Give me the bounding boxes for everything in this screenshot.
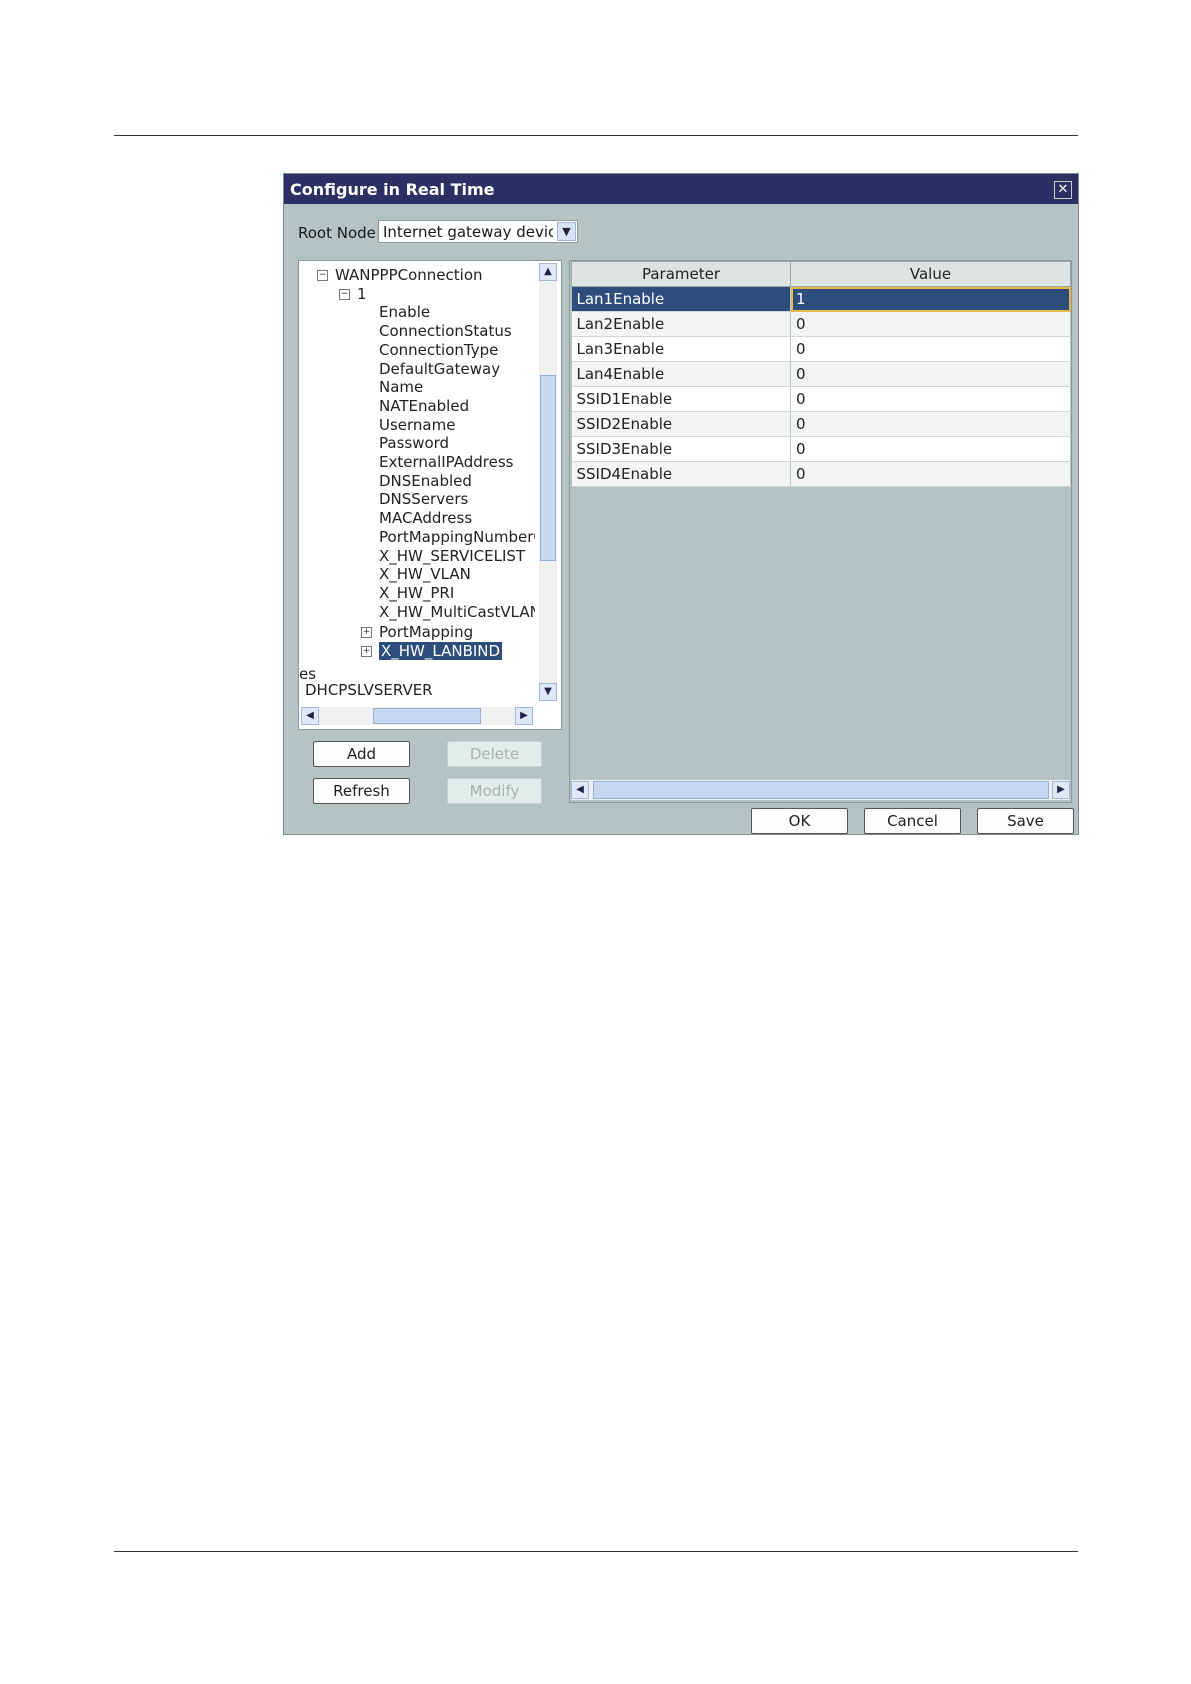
tree-node[interactable]: X_HW_VLAN — [379, 565, 471, 583]
tree-node[interactable]: Enable — [379, 303, 430, 321]
root-node-label: Root Node — [298, 224, 376, 242]
tree-node[interactable]: DefaultGateway — [379, 360, 500, 378]
scroll-right-icon[interactable]: ▶ — [515, 707, 533, 725]
refresh-button[interactable]: Refresh — [313, 778, 410, 804]
tree-node[interactable]: ConnectionType — [379, 341, 498, 359]
table-row[interactable]: SSID2Enable 0 — [571, 411, 1071, 437]
scroll-right-icon[interactable]: ▶ — [1052, 781, 1070, 799]
tree-node[interactable]: DNSEnabled — [379, 472, 472, 490]
collapse-icon[interactable]: − — [339, 288, 350, 300]
tree-node[interactable]: X_HW_PRI — [379, 584, 454, 602]
tree-node[interactable]: X_HW_MultiCastVLAN — [379, 603, 535, 621]
table-row[interactable]: Lan4Enable 0 — [571, 361, 1071, 387]
tree-panel: − WANPPPConnection −1 Enable ConnectionStatu… — [298, 260, 562, 730]
root-node-select[interactable]: Internet gateway device ▼ — [378, 220, 578, 243]
tree-node[interactable]: PortMappingNumberOfEntries — [379, 528, 535, 546]
parameter-cell[interactable]: Lan3Enable — [571, 336, 791, 362]
table-row[interactable]: SSID1Enable 0 — [571, 386, 1071, 412]
parameter-cell[interactable]: SSID1Enable — [571, 386, 791, 412]
ok-button[interactable]: OK — [751, 808, 848, 834]
scroll-left-icon[interactable]: ◀ — [301, 707, 319, 725]
tree-node[interactable]: Password — [379, 434, 449, 452]
add-button[interactable]: Add — [313, 741, 410, 767]
modify-button[interactable]: Modify — [447, 778, 542, 804]
page-header-rule — [114, 135, 1078, 136]
scroll-up-icon[interactable]: ▲ — [539, 263, 557, 281]
tree-node[interactable]: MACAddress — [379, 509, 472, 527]
value-cell[interactable]: 0 — [790, 386, 1071, 412]
value-cell[interactable]: 1 — [790, 286, 1071, 312]
tree-node[interactable]: X_HW_LANBIND — [379, 642, 503, 660]
tree-node[interactable]: Username — [379, 416, 455, 434]
table-row[interactable]: Lan1Enable 1 — [571, 286, 1071, 312]
column-header-parameter[interactable]: Parameter — [571, 261, 791, 287]
configure-dialog: Configure in Real Time ✕ Root Node Inter… — [283, 173, 1079, 835]
value-cell[interactable]: 0 — [790, 411, 1071, 437]
tree-node[interactable]: 1 — [357, 285, 367, 303]
value-cell[interactable]: 0 — [790, 436, 1071, 462]
value-cell[interactable]: 0 — [790, 361, 1071, 387]
expand-icon[interactable]: + — [361, 627, 372, 639]
tree-node[interactable]: Name — [379, 378, 423, 396]
parameter-tree: − WANPPPConnection −1 Enable ConnectionStatu… — [299, 261, 535, 701]
tree-node[interactable]: es — [299, 665, 316, 683]
save-button[interactable]: Save — [977, 808, 1074, 834]
cancel-button[interactable]: Cancel — [864, 808, 961, 834]
parameter-cell[interactable]: Lan1Enable — [571, 286, 791, 312]
table-row[interactable]: Lan2Enable 0 — [571, 311, 1071, 337]
dialog-title: Configure in Real Time — [290, 180, 495, 199]
grid-horizontal-scrollbar[interactable]: ◀ ▶ — [571, 780, 1070, 800]
tree-node[interactable]: NATEnabled — [379, 397, 469, 415]
value-cell[interactable]: 0 — [790, 461, 1071, 487]
tree-node[interactable]: DNSServers — [379, 490, 468, 508]
tree-node[interactable]: PortMapping — [379, 623, 473, 641]
tree-vertical-scroll-thumb[interactable] — [540, 375, 556, 561]
value-cell[interactable]: 0 — [790, 336, 1071, 362]
chevron-down-icon[interactable]: ▼ — [557, 222, 576, 241]
column-header-value[interactable]: Value — [790, 261, 1071, 287]
dialog-titlebar: Configure in Real Time ✕ — [284, 174, 1078, 204]
grid-horizontal-scroll-thumb[interactable] — [593, 781, 1049, 799]
scroll-left-icon[interactable]: ◀ — [571, 781, 589, 799]
tree-node[interactable]: X_HW_SERVICELIST — [379, 547, 525, 565]
parameter-cell[interactable]: Lan4Enable — [571, 361, 791, 387]
collapse-icon[interactable]: − — [317, 270, 328, 281]
close-icon[interactable]: ✕ — [1054, 181, 1072, 199]
table-row[interactable]: SSID4Enable 0 — [571, 461, 1071, 487]
tree-node[interactable]: ConnectionStatus — [379, 322, 512, 340]
parameter-cell[interactable]: Lan2Enable — [571, 311, 791, 337]
parameter-grid: Parameter Value Lan1Enable 1 Lan2Enable 0 La… — [571, 261, 1071, 487]
table-row[interactable]: SSID3Enable 0 — [571, 436, 1071, 462]
parameter-cell[interactable]: SSID4Enable — [571, 461, 791, 487]
value-cell[interactable]: 0 — [790, 311, 1071, 337]
tree-horizontal-scrollbar[interactable]: ◀ ▶ — [301, 707, 533, 725]
root-node-value: Internet gateway device — [383, 223, 553, 241]
tree-node[interactable]: WANPPPConnection — [335, 266, 483, 284]
tree-node[interactable]: DHCPSLVSERVER — [305, 681, 433, 699]
tree-vertical-scrollbar[interactable]: ▲ ▼ — [539, 263, 557, 701]
tree-horizontal-scroll-thumb[interactable] — [373, 708, 481, 724]
scroll-down-icon[interactable]: ▼ — [539, 683, 557, 701]
parameter-grid-panel: Parameter Value Lan1Enable 1 Lan2Enable 0 La… — [569, 260, 1072, 803]
delete-button[interactable]: Delete — [447, 741, 542, 767]
page-footer-rule — [114, 1551, 1078, 1552]
table-row[interactable]: Lan3Enable 0 — [571, 336, 1071, 362]
expand-icon[interactable]: + — [361, 646, 372, 657]
parameter-cell[interactable]: SSID2Enable — [571, 411, 791, 437]
parameter-cell[interactable]: SSID3Enable — [571, 436, 791, 462]
tree-node[interactable]: ExternalIPAddress — [379, 453, 513, 471]
